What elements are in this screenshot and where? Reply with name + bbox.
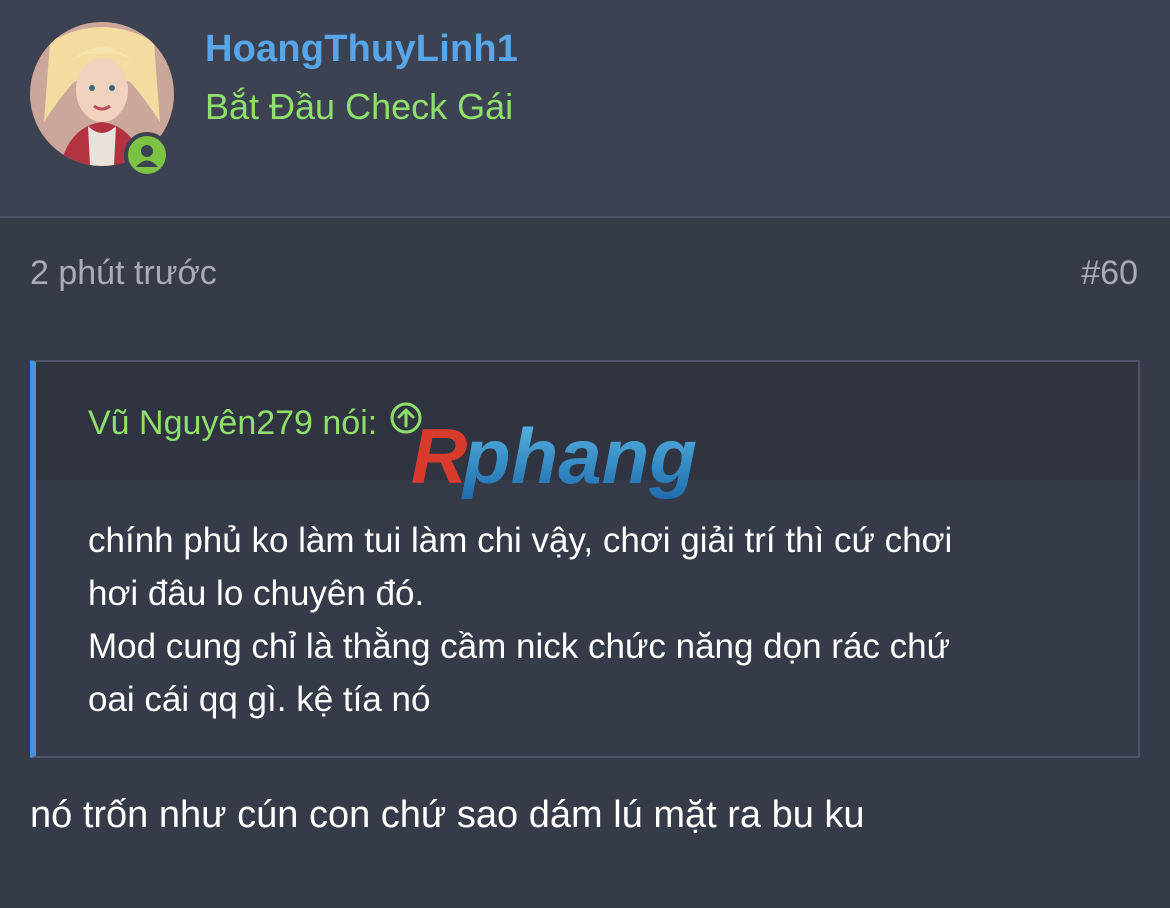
- quote-header: Vũ Nguyên279 nói:: [36, 362, 1138, 480]
- post-number[interactable]: #60: [1081, 254, 1138, 293]
- user-title: Bắt Đầu Check Gái: [205, 86, 514, 127]
- post-message: nó trốn như cún con chứ sao dám lú mặt r…: [30, 794, 865, 836]
- post-timestamp[interactable]: 2 phút trước: [30, 254, 217, 293]
- quote-line: oai cái qq gì. kệ tía nó: [88, 680, 431, 719]
- quote-block: Vũ Nguyên279 nói: chính phủ ko làm tui l…: [30, 360, 1140, 758]
- user-icon: [136, 145, 158, 167]
- quote-author-label: Vũ Nguyên279 nói:: [88, 404, 378, 442]
- online-status-badge: [124, 132, 170, 178]
- user-header: HoangThuyLinh1 Bắt Đầu Check Gái: [0, 0, 1170, 218]
- arrow-up-circle-icon[interactable]: [389, 401, 423, 444]
- quote-author-link[interactable]: Vũ Nguyên279 nói:: [88, 401, 423, 444]
- username[interactable]: HoangThuyLinh1: [205, 28, 518, 71]
- quote-body: chính phủ ko làm tui làm chi vậy, chơi g…: [88, 514, 1088, 726]
- quote-line: Mod cung chỉ là thằng cầm nick chức năng…: [88, 627, 951, 666]
- quote-line: chính phủ ko làm tui làm chi vậy, chơi g…: [88, 521, 953, 560]
- quote-line: hơi đâu lo chuyên đó.: [88, 574, 425, 613]
